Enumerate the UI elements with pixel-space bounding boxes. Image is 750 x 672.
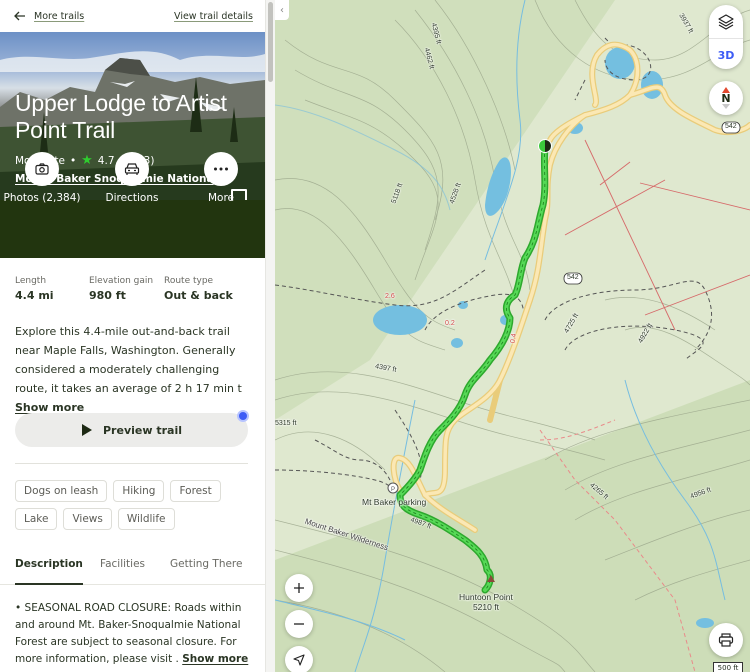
- camera-icon: [25, 152, 59, 186]
- print-button[interactable]: [709, 623, 743, 657]
- description-text: Explore this 4.4-mile out-and-back trail…: [15, 325, 242, 395]
- distance-label: 2.6: [385, 293, 395, 300]
- layers-icon: [718, 14, 734, 30]
- tag[interactable]: Dogs on leash: [15, 480, 108, 502]
- arrow-left-icon: [14, 11, 25, 21]
- map-scale: 500 ft: [713, 662, 743, 672]
- stat-label: Route type: [164, 276, 214, 286]
- photos-label: Photos (2,384): [3, 192, 81, 204]
- compass-south-icon: [722, 104, 730, 109]
- alert-show-more[interactable]: Show more: [182, 653, 248, 665]
- stat-value: Out & back: [164, 289, 233, 302]
- preview-trail-label: Preview trail: [103, 423, 182, 437]
- divider: [15, 463, 248, 464]
- tab-facilities[interactable]: Facilities: [100, 558, 145, 570]
- tag[interactable]: Hiking: [113, 480, 165, 502]
- lake: [696, 618, 714, 628]
- directions-button[interactable]: Directions: [92, 152, 172, 204]
- stat-label: Length: [15, 276, 47, 286]
- plus-icon: [294, 583, 304, 593]
- zoom-in-button[interactable]: [285, 574, 313, 602]
- svg-text:P: P: [391, 487, 395, 493]
- distance-label: 0.2: [445, 320, 455, 327]
- lake: [373, 305, 427, 335]
- tag[interactable]: Views: [63, 508, 112, 530]
- compass-button[interactable]: N: [709, 81, 743, 115]
- trail-tags: Dogs on leash Hiking Forest Lake Views W…: [15, 480, 255, 530]
- panel-scrollbar[interactable]: [265, 0, 275, 672]
- scrollbar-thumb[interactable]: [268, 2, 273, 82]
- map-controls: 3D: [709, 5, 743, 69]
- trail-title: Upper Lodge to Artist Point Trail: [15, 90, 227, 143]
- directions-label: Directions: [105, 192, 159, 204]
- trailhead-marker[interactable]: [538, 139, 552, 153]
- parking-icon[interactable]: P: [387, 482, 399, 494]
- car-icon: [115, 152, 149, 186]
- stat-label: Elevation gain: [89, 276, 154, 286]
- 3d-toggle-button[interactable]: 3D: [709, 49, 743, 62]
- highway-label: 542: [725, 123, 737, 130]
- divider: [709, 38, 743, 39]
- minus-icon: [294, 623, 304, 625]
- navigation-arrow-icon: [293, 654, 305, 666]
- parking-label: Mt Baker parking: [362, 497, 427, 507]
- zoom-out-button[interactable]: [285, 610, 313, 638]
- peak-elevation: 5210 ft: [472, 602, 499, 612]
- compass-north-label: N: [721, 92, 731, 105]
- top-bar: More trails View trail details: [0, 0, 265, 32]
- more-button[interactable]: More: [181, 152, 261, 204]
- printer-icon: [718, 633, 734, 647]
- view-trail-details-link[interactable]: View trail details: [174, 11, 253, 22]
- collapse-panel-button[interactable]: ‹: [275, 0, 289, 20]
- back-link[interactable]: More trails: [14, 11, 84, 22]
- lake: [451, 338, 463, 348]
- stat-value: 4.4 mi: [15, 289, 54, 302]
- more-trails-link[interactable]: More trails: [34, 11, 84, 22]
- photos-button[interactable]: Photos (2,384): [2, 152, 82, 204]
- trail-description: Explore this 4.4-mile out-and-back trail…: [15, 322, 251, 417]
- peak-name: Huntoon Point: [459, 592, 513, 602]
- action-bar: Photos (2,384) Directions More: [0, 152, 265, 258]
- layers-button[interactable]: [717, 13, 735, 35]
- stat-elevation-gain: Elevation gain 980 ft: [89, 276, 164, 302]
- trail-map[interactable]: P 542 542 Mt Baker parking Huntoon Point…: [275, 0, 750, 672]
- peak-label: Huntoon Point 5210 ft: [459, 592, 513, 612]
- highway-label: 542: [567, 274, 579, 281]
- stat-route-type: Route type Out & back: [164, 276, 238, 302]
- lake: [458, 301, 468, 309]
- seasonal-alert: • SEASONAL ROAD CLOSURE: Roads within an…: [15, 600, 251, 668]
- tag[interactable]: Lake: [15, 508, 58, 530]
- stat-value: 980 ft: [89, 289, 126, 302]
- tab-getting-there[interactable]: Getting There: [170, 558, 242, 570]
- tab-description[interactable]: Description: [15, 558, 83, 585]
- stat-length: Length 4.4 mi: [15, 276, 89, 302]
- locate-button[interactable]: [285, 646, 313, 672]
- elevation-label: 5315 ft: [275, 420, 297, 427]
- assistant-badge-icon[interactable]: [237, 410, 249, 422]
- info-tabs: Description Facilities Getting There: [0, 550, 265, 585]
- tag[interactable]: Forest: [170, 480, 221, 502]
- more-label: More: [207, 192, 235, 204]
- chevron-left-icon: ‹: [280, 4, 284, 16]
- tag[interactable]: Wildlife: [117, 508, 175, 530]
- trail-stats: Length 4.4 mi Elevation gain 980 ft Rout…: [15, 276, 238, 302]
- preview-trail-button[interactable]: Preview trail: [15, 413, 248, 447]
- more-icon: [204, 152, 238, 186]
- trail-panel: More trails View trail details Upper Lod…: [0, 0, 265, 672]
- play-icon: [82, 424, 92, 436]
